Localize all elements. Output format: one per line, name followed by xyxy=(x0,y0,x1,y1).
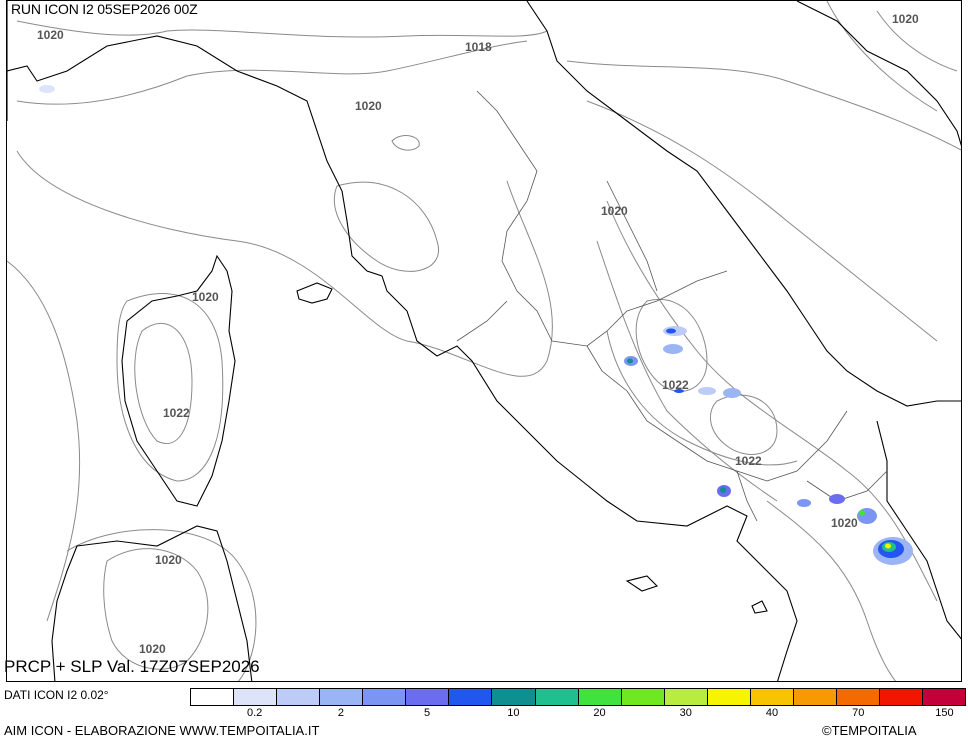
copyright-label: ©TEMPOITALIA xyxy=(822,723,917,738)
run-title: RUN ICON I2 05SEP2026 00Z xyxy=(11,1,198,17)
colorbar-tick-label: 70 xyxy=(852,707,865,719)
isobar-label: 1022 xyxy=(163,406,190,420)
precip-patch xyxy=(859,510,865,516)
colorbar-swatch xyxy=(535,688,579,706)
colorbar-swatch xyxy=(449,688,493,706)
colorbar-swatch xyxy=(664,688,708,706)
isobar-label: 1022 xyxy=(662,378,689,392)
colorbar-tick-label: 2 xyxy=(337,707,344,719)
colorbar-swatch xyxy=(836,688,880,706)
isobar-labels: 1020 1018 1020 1020 1020 1020 1022 1022 … xyxy=(37,12,919,656)
colorbar-swatch xyxy=(793,688,837,706)
colorbar-ticks: 0.2 2 5 10 20 30 40 70 150 xyxy=(190,707,966,723)
isobar-label: 1020 xyxy=(601,204,628,218)
precip-patch xyxy=(720,487,726,493)
colorbar-swatch xyxy=(750,688,794,706)
colorbar-swatch xyxy=(320,688,364,706)
colorbar-swatch xyxy=(621,688,665,706)
precipitation-colorbar xyxy=(190,688,967,706)
validity-title: PRCP + SLP Val. 17Z07SEP2026 xyxy=(4,657,260,676)
precip-patch xyxy=(797,499,811,507)
precip-patch xyxy=(39,85,55,93)
isobar-label: 1020 xyxy=(37,28,64,42)
isobar-lines xyxy=(7,1,961,681)
data-source-label: DATI ICON I2 0.02° xyxy=(4,688,109,702)
isobar-label: 1020 xyxy=(192,290,219,304)
precip-patch xyxy=(857,508,877,524)
precip-patch xyxy=(723,388,741,398)
isobar-label: 1018 xyxy=(465,40,492,54)
colorbar-swatch xyxy=(277,688,321,706)
isobar-label: 1020 xyxy=(155,553,182,567)
credit-label: AIM ICON - ELABORAZIONE WWW.TEMPOITALIA.… xyxy=(4,723,320,738)
colorbar-swatch xyxy=(707,688,751,706)
isobar-label: 1022 xyxy=(735,454,762,468)
colorbar-swatch xyxy=(923,688,967,706)
colorbar-tick-label: 0.2 xyxy=(247,707,263,719)
colorbar-tick-label: 30 xyxy=(679,707,692,719)
isobar-label: 1020 xyxy=(355,99,382,113)
colorbar-tick-label: 40 xyxy=(765,707,779,719)
isobar-label: 1020 xyxy=(139,642,166,656)
precip-patch xyxy=(666,328,676,334)
precip-patch xyxy=(627,358,633,364)
precipitation-pressure-map: 1020 1018 1020 1020 1020 1020 1022 1022 … xyxy=(7,1,961,681)
colorbar-tick-label: 150 xyxy=(935,707,954,719)
coastlines xyxy=(7,1,961,681)
precip-patch xyxy=(663,344,683,354)
isobar-label: 1020 xyxy=(831,516,858,530)
colorbar-tick-label: 20 xyxy=(593,707,606,719)
precip-patch xyxy=(885,543,891,549)
colorbar-swatch xyxy=(406,688,450,706)
colorbar-tick-label: 5 xyxy=(424,707,431,719)
isobar-label: 1020 xyxy=(892,12,919,26)
precip-patch xyxy=(698,387,716,395)
colorbar-swatch xyxy=(880,688,924,706)
colorbar-swatch xyxy=(234,688,278,706)
colorbar-swatch xyxy=(363,688,407,706)
colorbar-tick-label: 10 xyxy=(507,707,520,719)
map-frame: 1020 1018 1020 1020 1020 1020 1022 1022 … xyxy=(6,0,962,682)
colorbar-swatch xyxy=(492,688,536,706)
precip-patch xyxy=(829,494,845,504)
colorbar-swatch xyxy=(190,688,235,706)
regional-borders xyxy=(456,90,888,522)
colorbar-swatch xyxy=(578,688,622,706)
